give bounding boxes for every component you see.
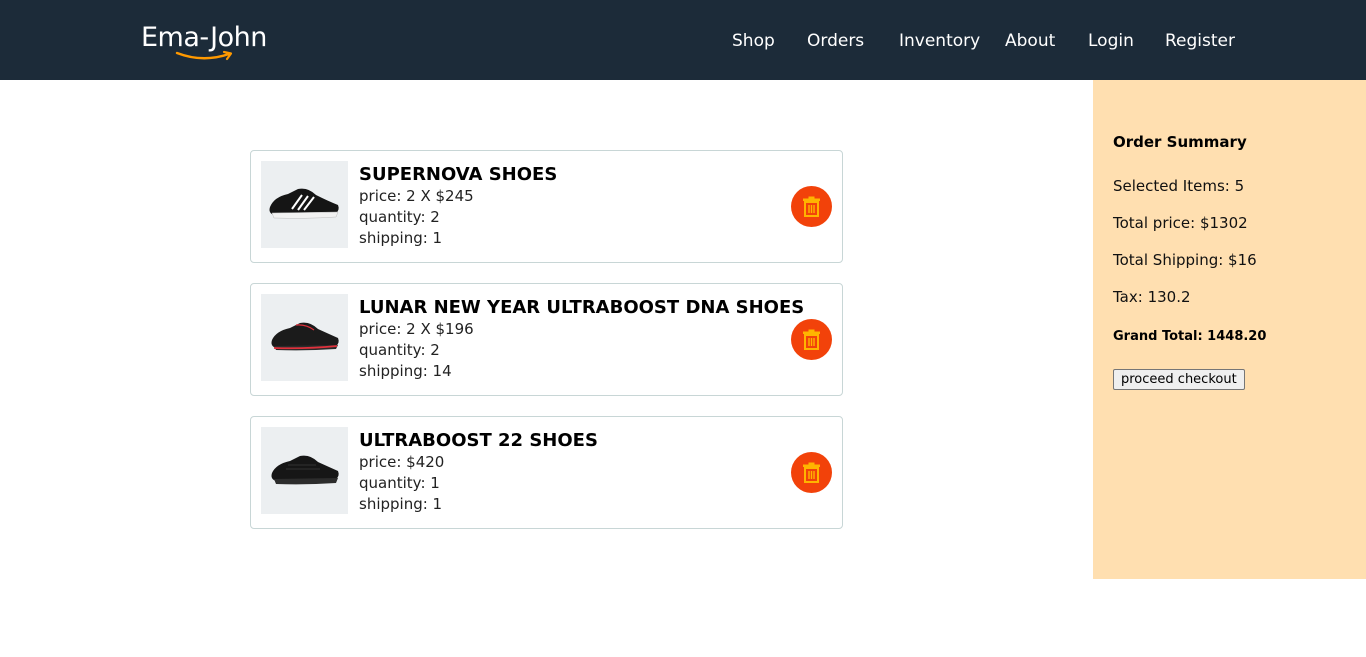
selected-items: Selected Items: 5 — [1113, 177, 1245, 195]
amazon-smile-icon — [175, 50, 233, 61]
product-image — [261, 161, 348, 248]
delete-item-button[interactable] — [791, 186, 832, 227]
shoe-image — [271, 455, 339, 485]
cart-item: SUPERNOVA SHOES price: 2 X $245 quantity… — [250, 150, 843, 263]
order-summary-title: Order Summary — [1113, 133, 1247, 151]
logo[interactable]: Ema-John — [141, 22, 267, 61]
cart-item: ULTRABOOST 22 SHOES price: $420 quantity… — [250, 416, 843, 529]
item-quantity: quantity: 2 — [359, 341, 440, 359]
grand-total: Grand Total: 1448.20 — [1113, 329, 1267, 344]
trash-icon — [803, 462, 820, 483]
proceed-checkout-button[interactable]: proceed checkout — [1113, 369, 1245, 390]
item-quantity: quantity: 1 — [359, 474, 440, 492]
item-name: SUPERNOVA SHOES — [359, 164, 558, 185]
nav-inventory[interactable]: Inventory — [899, 30, 980, 52]
nav-login[interactable]: Login — [1088, 30, 1134, 52]
delete-item-button[interactable] — [791, 452, 832, 493]
item-shipping: shipping: 1 — [359, 495, 443, 513]
total-shipping: Total Shipping: $16 — [1113, 251, 1257, 269]
product-image — [261, 427, 348, 514]
product-image — [261, 294, 348, 381]
nav-orders[interactable]: Orders — [807, 30, 864, 52]
item-shipping: shipping: 1 — [359, 229, 443, 247]
item-details: SUPERNOVA SHOES price: 2 X $245 quantity… — [359, 163, 557, 249]
item-details: LUNAR NEW YEAR ULTRABOOST DNA SHOES pric… — [359, 296, 804, 382]
total-price: Total price: $1302 — [1113, 214, 1248, 232]
trash-icon — [803, 196, 820, 217]
item-details: ULTRABOOST 22 SHOES price: $420 quantity… — [359, 429, 598, 515]
item-price: price: 2 X $245 — [359, 187, 474, 205]
item-name: LUNAR NEW YEAR ULTRABOOST DNA SHOES — [359, 297, 805, 318]
cart-item: LUNAR NEW YEAR ULTRABOOST DNA SHOES pric… — [250, 283, 843, 396]
order-summary-panel: Order Summary Selected Items: 5 Total pr… — [1093, 80, 1366, 579]
item-price: price: 2 X $196 — [359, 320, 474, 338]
item-quantity: quantity: 2 — [359, 208, 440, 226]
nav-about[interactable]: About — [1005, 30, 1055, 52]
nav-shop[interactable]: Shop — [732, 30, 775, 52]
nav-register[interactable]: Register — [1165, 30, 1235, 52]
item-shipping: shipping: 14 — [359, 362, 452, 380]
shoe-image — [269, 188, 339, 219]
delete-item-button[interactable] — [791, 319, 832, 360]
item-price: price: $420 — [359, 453, 445, 471]
cart-items-list: SUPERNOVA SHOES price: 2 X $245 quantity… — [250, 150, 843, 549]
tax: Tax: 130.2 — [1113, 288, 1191, 306]
shoe-image — [271, 322, 339, 351]
item-name: ULTRABOOST 22 SHOES — [359, 430, 598, 451]
navbar: Ema-John Shop Orders Inventory About Log… — [0, 0, 1366, 80]
trash-icon — [803, 329, 820, 350]
